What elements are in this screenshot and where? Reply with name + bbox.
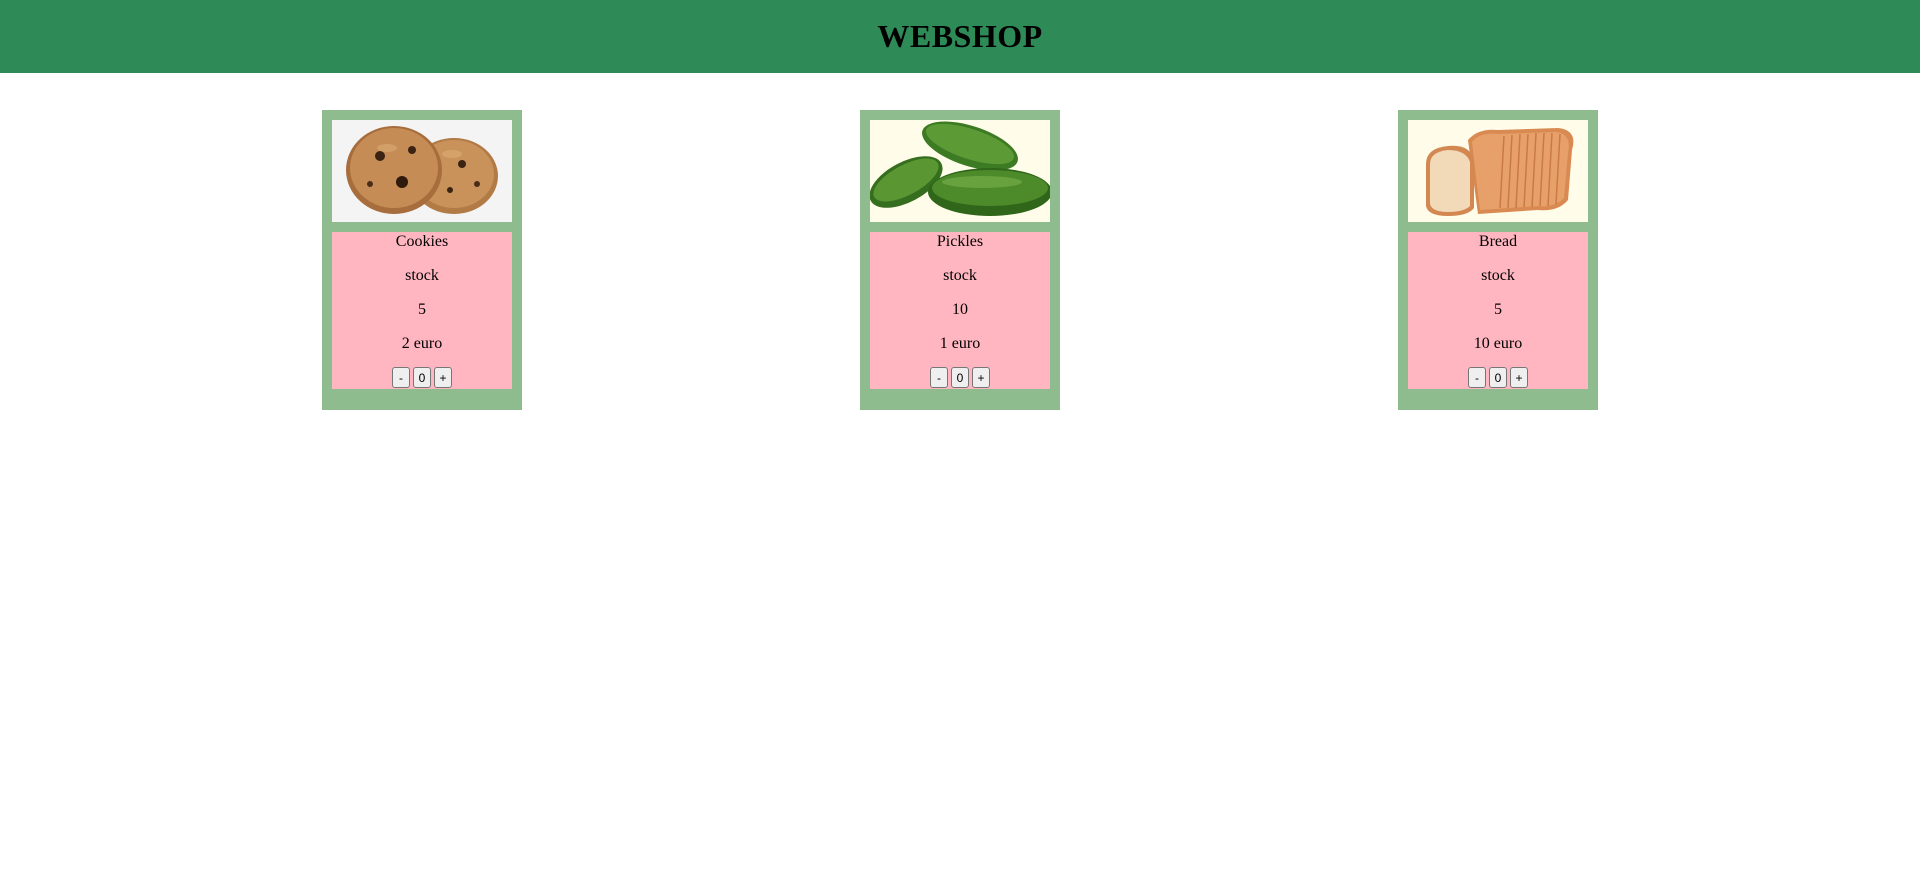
quantity-display[interactable]: 0 xyxy=(1489,367,1507,388)
product-info: Cookies stock 5 2 euro - 0 + xyxy=(332,232,512,389)
quantity-display[interactable]: 0 xyxy=(951,367,969,388)
product-name: Bread xyxy=(1478,233,1518,250)
stock-label: stock xyxy=(943,267,977,284)
quantity-stepper: - 0 + xyxy=(870,367,1050,389)
quantity-display[interactable]: 0 xyxy=(413,367,431,388)
stock-value: 10 xyxy=(952,301,968,318)
product-card-bread: Bread stock 5 10 euro - 0 + xyxy=(1398,110,1598,410)
stock-label: stock xyxy=(1481,267,1515,284)
site-header: WEBSHOP xyxy=(0,0,1920,73)
stock-label: stock xyxy=(405,267,439,284)
increment-button[interactable]: + xyxy=(1510,367,1528,388)
stock-value: 5 xyxy=(418,301,426,318)
cookies-image xyxy=(332,120,512,222)
decrement-button[interactable]: - xyxy=(930,367,948,388)
product-info: Pickles stock 10 1 euro - 0 + xyxy=(870,232,1050,389)
stock-value: 5 xyxy=(1494,301,1502,318)
decrement-button[interactable]: - xyxy=(392,367,410,388)
product-card-pickles: Pickles stock 10 1 euro - 0 + xyxy=(860,110,1060,410)
quantity-stepper: - 0 + xyxy=(1408,367,1588,389)
product-name: Pickles xyxy=(936,233,984,250)
page-title: WEBSHOP xyxy=(877,18,1043,54)
decrement-button[interactable]: - xyxy=(1468,367,1486,388)
product-name: Cookies xyxy=(395,233,449,250)
product-grid: Cookies stock 5 2 euro - 0 + Pickles sto… xyxy=(0,73,1920,892)
bread-image xyxy=(1408,120,1588,222)
product-info: Bread stock 5 10 euro - 0 + xyxy=(1408,232,1588,389)
increment-button[interactable]: + xyxy=(972,367,990,388)
price: 10 euro xyxy=(1473,335,1523,352)
product-card-cookies: Cookies stock 5 2 euro - 0 + xyxy=(322,110,522,410)
price: 1 euro xyxy=(939,335,981,352)
price: 2 euro xyxy=(401,335,443,352)
increment-button[interactable]: + xyxy=(434,367,452,388)
quantity-stepper: - 0 + xyxy=(332,367,512,389)
pickles-image xyxy=(870,120,1050,222)
